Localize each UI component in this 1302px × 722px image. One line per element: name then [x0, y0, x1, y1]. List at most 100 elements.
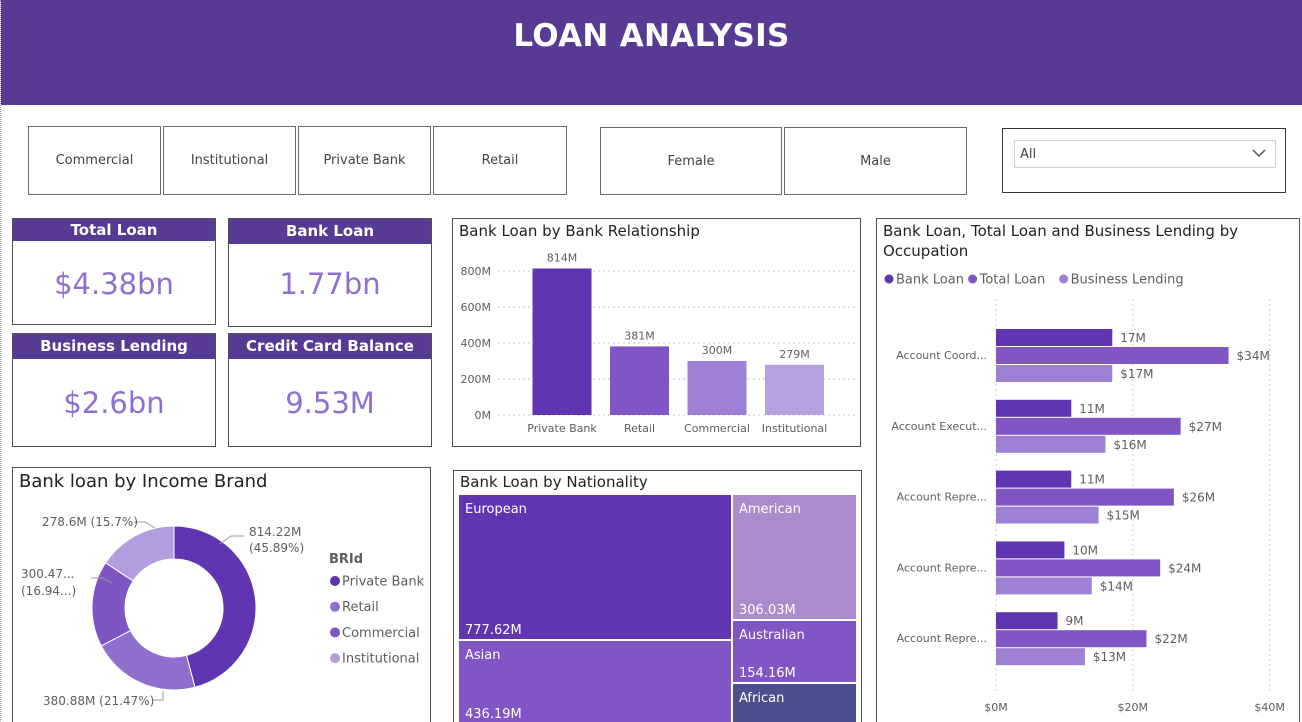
- filter-commercial-button[interactable]: Commercial: [28, 126, 161, 195]
- slice-label: 300.47...: [21, 567, 74, 581]
- bar-data-label: $13M: [1093, 650, 1126, 664]
- slice-label: 380.88M (21.47%): [43, 694, 154, 708]
- bar: [996, 347, 1229, 364]
- bar-data-label: 279M: [779, 348, 810, 361]
- y-tick-label: 400M: [461, 337, 492, 350]
- legend-label: Total Loan: [979, 273, 1046, 288]
- treemap-tile-name: Australian: [739, 628, 805, 643]
- bar-data-label: $24M: [1168, 561, 1201, 575]
- bar: [996, 435, 1106, 453]
- legend-marker: [330, 653, 340, 664]
- treemap-tile-name: European: [465, 502, 527, 517]
- y-tick-label: Account Repre...: [897, 632, 987, 645]
- x-tick-label: Institutional: [762, 422, 827, 435]
- kpi-label: Bank Loan: [229, 219, 431, 244]
- bar-data-label: 381M: [624, 329, 655, 342]
- legend-label: Commercial: [342, 626, 420, 641]
- bar-data-label: $26M: [1182, 491, 1215, 505]
- bar-data-label: 814M: [547, 251, 578, 264]
- income-brand-chart-panel: Bank loan by Income Brand 814.22M (45.89%…: [12, 467, 431, 722]
- filter-institutional-button[interactable]: Institutional: [163, 126, 296, 195]
- bar-data-label: $22M: [1154, 632, 1187, 646]
- bar: [996, 541, 1065, 559]
- filter-retail-button[interactable]: Retail: [433, 126, 567, 195]
- treemap-tile-name: Asian: [465, 648, 500, 663]
- chevron-down-icon: [1252, 149, 1266, 158]
- bar-data-label: 10M: [1072, 543, 1098, 557]
- bar: [532, 268, 592, 415]
- occupation-chart: Bank Loan Total Loan Business Lending $0M $2…: [884, 273, 1285, 714]
- bar-data-label: 300M: [702, 344, 733, 357]
- bar: [996, 648, 1085, 666]
- bar: [996, 612, 1058, 630]
- y-tick-label: Account Coord...: [896, 349, 987, 362]
- bar: [765, 364, 824, 415]
- legend-label: Business Lending: [1071, 273, 1184, 288]
- nationality-treemap: European 777.62M Asian 436.19M American 306.0…: [459, 495, 856, 722]
- bar-data-label: $27M: [1189, 420, 1222, 434]
- dropdown-select[interactable]: All: [1014, 140, 1276, 168]
- filter-female-button[interactable]: Female: [600, 127, 782, 195]
- dropdown-slicer: All: [1002, 128, 1286, 193]
- leader-line: [153, 691, 164, 701]
- legend-label: Private Bank: [342, 575, 425, 590]
- bar: [996, 577, 1092, 595]
- x-tick-label: Commercial: [684, 422, 750, 435]
- treemap-tile-value: 306.03M: [739, 603, 796, 618]
- treemap-tile-value: 777.62M: [465, 623, 522, 638]
- dropdown-value: All: [1020, 147, 1037, 162]
- treemap-tile-name: American: [739, 502, 801, 517]
- bank-relationship-chart: 0M 200M 400M 600M 800M 814M Private Bank 381M Re…: [461, 251, 855, 435]
- nationality-chart-panel: Bank Loan by Nationality European 777.62M…: [453, 470, 862, 722]
- bar: [996, 488, 1174, 506]
- treemap-tile-name: African: [739, 691, 784, 706]
- kpi-value: 9.53M: [285, 386, 375, 420]
- bar-data-label: $15M: [1107, 509, 1140, 523]
- slice-label: 278.6M (15.7%): [42, 515, 138, 529]
- legend-marker: [1059, 274, 1069, 284]
- y-tick-label: 200M: [461, 373, 492, 386]
- bar: [996, 417, 1181, 435]
- x-tick-label: $0M: [984, 701, 1008, 714]
- kpi-label: Business Lending: [13, 334, 215, 359]
- legend-marker: [330, 627, 340, 638]
- bar: [996, 365, 1113, 382]
- slice-label: (16.94...): [21, 584, 76, 598]
- filter-male-button[interactable]: Male: [784, 127, 967, 195]
- bar: [996, 329, 1113, 346]
- treemap-tile-value: 154.16M: [739, 666, 796, 681]
- y-tick-label: Account Repre...: [897, 561, 987, 574]
- bar: [687, 361, 747, 415]
- legend-marker: [330, 601, 340, 612]
- kpi-total-loan: Total Loan $4.38bn: [12, 218, 216, 325]
- bar: [996, 559, 1161, 577]
- legend-label: Institutional: [342, 652, 419, 667]
- bar-data-label: 9M: [1066, 614, 1084, 628]
- legend-marker: [330, 576, 340, 586]
- bar-data-label: $17M: [1120, 367, 1153, 381]
- occupation-chart-panel: Bank Loan, Total Loan and Business Lendi…: [876, 218, 1300, 722]
- treemap-tile-value: 436.19M: [465, 707, 522, 722]
- slice-label: (45.89%): [249, 541, 304, 555]
- kpi-value: $4.38bn: [54, 267, 174, 301]
- header-banner: LOAN ANALYSIS: [1, 0, 1302, 105]
- legend-label: Retail: [342, 600, 379, 615]
- kpi-label: Total Loan: [13, 219, 215, 241]
- bank-relationship-chart-panel: Bank Loan by Bank Relationship 0M 200M 400…: [452, 218, 861, 447]
- kpi-business-lending: Business Lending $2.6bn: [12, 333, 216, 447]
- kpi-value: 1.77bn: [279, 267, 381, 301]
- legend-label: Bank Loan: [896, 273, 964, 288]
- y-tick-label: Account Execut...: [891, 420, 987, 433]
- kpi-value: $2.6bn: [63, 386, 165, 420]
- bar-data-label: 11M: [1079, 402, 1105, 416]
- bar: [996, 506, 1099, 524]
- bar-data-label: $14M: [1100, 579, 1133, 593]
- y-tick-label: 800M: [461, 265, 492, 278]
- page-edge: [0, 0, 1, 722]
- y-tick-label: Account Repre...: [897, 491, 987, 504]
- kpi-bank-loan: Bank Loan 1.77bn: [228, 218, 432, 327]
- bar-data-label: 17M: [1120, 331, 1146, 345]
- filter-private-bank-button[interactable]: Private Bank: [298, 126, 431, 195]
- bar-data-label: $34M: [1237, 349, 1270, 363]
- y-tick-label: 0M: [475, 409, 492, 422]
